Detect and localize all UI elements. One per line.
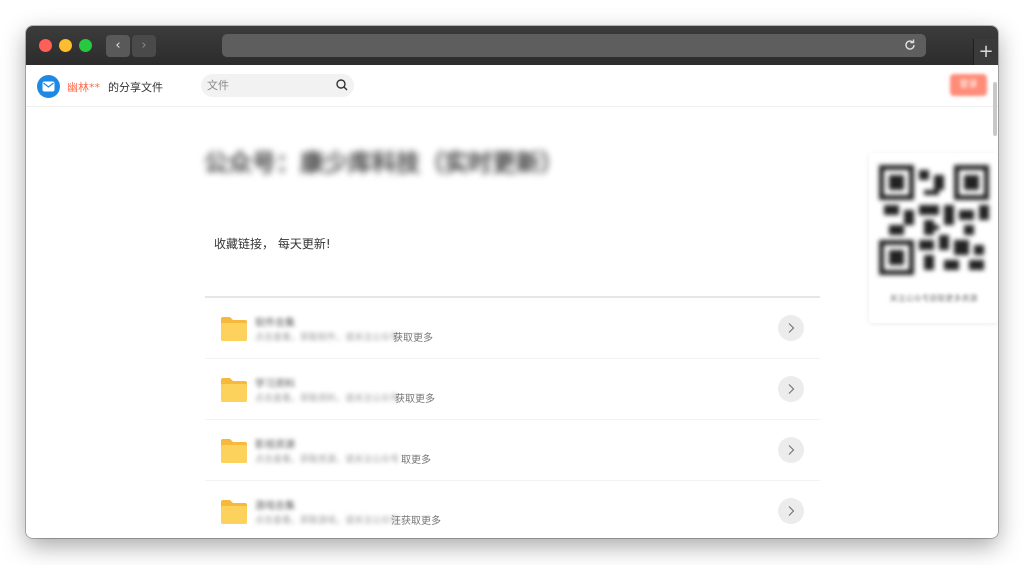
file-description-suffix: 获取更多 <box>395 394 435 405</box>
scrollbar-thumb[interactable] <box>993 82 997 136</box>
file-name: 游戏合集 <box>255 501 295 512</box>
file-row[interactable]: 学习资料 点击查看，获取资料，请关注公众号 获取更多 <box>205 359 820 420</box>
file-description: 点击查看，获取游戏，请关注公众号 <box>255 516 400 526</box>
file-description-suffix: 获取更多 <box>393 333 433 344</box>
folder-icon <box>221 500 247 524</box>
open-button[interactable] <box>778 315 804 341</box>
file-row[interactable]: 游戏合集 点击查看，获取游戏，请关注公众号 汪获取更多 <box>205 481 820 538</box>
open-button[interactable] <box>778 437 804 463</box>
login-button[interactable]: 登录 <box>950 74 987 96</box>
folder-icon <box>221 378 247 402</box>
search-input[interactable] <box>207 76 327 95</box>
file-name: 学习资料 <box>255 379 295 390</box>
close-window-button[interactable] <box>39 39 52 52</box>
share-title: 的分享文件 <box>108 81 163 94</box>
back-button[interactable]: ‹ <box>106 35 130 57</box>
browser-window: ‹ › + 幽林** 的分享文件 文件 登录 公众号：康少库科技（实时更新） 收… <box>26 26 998 538</box>
chevron-right-icon <box>788 506 795 516</box>
file-description: 点击查看，获取资料，请关注公众号 <box>255 394 400 404</box>
open-button[interactable] <box>778 376 804 402</box>
file-description: 点击查看，获取软件，请关注公众号 <box>255 333 400 343</box>
file-name: 影视资源 <box>255 440 295 451</box>
qr-code-image <box>879 165 989 275</box>
chevron-right-icon <box>788 445 795 455</box>
open-button[interactable] <box>778 498 804 524</box>
minimize-window-button[interactable] <box>59 39 72 52</box>
file-description-suffix: 汪获取更多 <box>391 516 441 527</box>
folder-icon <box>221 317 247 341</box>
address-bar[interactable] <box>222 34 926 57</box>
search-icon[interactable] <box>336 79 348 91</box>
forward-button[interactable]: › <box>132 35 156 57</box>
mail-logo-icon[interactable] <box>37 75 60 98</box>
qr-caption: 关注公众号获取更多资源 <box>889 294 978 303</box>
file-list: 软件合集 点击查看，获取软件，请关注公众号 获取更多 学习资料 点击查看，获取资… <box>205 298 820 538</box>
page-title: 公众号：康少库科技（实时更新） <box>204 149 564 177</box>
file-row[interactable]: 影视资源 点击查看，获取资源，请关注公众号 取更多 <box>205 420 820 481</box>
new-tab-button[interactable]: + <box>973 39 998 65</box>
search-box[interactable] <box>201 74 354 97</box>
file-row[interactable]: 软件合集 点击查看，获取软件，请关注公众号 获取更多 <box>205 298 820 359</box>
page-content: 幽林** 的分享文件 登录 公众号：康少库科技（实时更新） 收藏链接， 每天更新… <box>26 65 998 538</box>
file-name: 软件合集 <box>255 318 295 329</box>
page-subtitle: 收藏链接， 每天更新! <box>214 237 331 251</box>
maximize-window-button[interactable] <box>79 39 92 52</box>
file-description: 点击查看，获取资源，请关注公众号 <box>255 455 400 465</box>
chevron-right-icon <box>788 323 795 333</box>
reload-icon[interactable] <box>902 37 918 53</box>
user-name[interactable]: 幽林** <box>67 79 100 95</box>
title-bar: ‹ › + <box>26 26 998 65</box>
folder-icon <box>221 439 247 463</box>
site-header: 幽林** 的分享文件 登录 <box>26 65 998 107</box>
qr-card: 关注公众号获取更多资源 <box>869 153 998 323</box>
chevron-right-icon <box>788 384 795 394</box>
file-description-suffix: 取更多 <box>401 455 431 466</box>
